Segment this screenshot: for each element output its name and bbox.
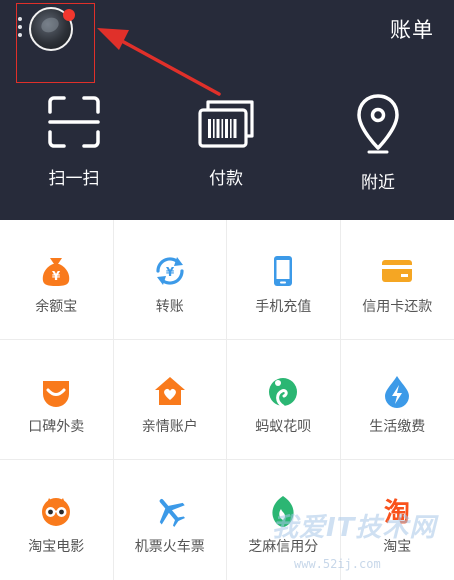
annotation-highlight-box [16,3,95,83]
transfer-icon: ¥ [156,257,184,285]
money-bag-icon: ¥ [43,258,70,286]
grid-item-label: 余额宝 [35,299,78,315]
watermark-text: 我爱IT技术网 [272,513,437,543]
grid-item-label: 口碑外卖 [28,419,85,435]
nearby-label: 附近 [361,173,395,193]
grid-item-label: 手机充值 [255,299,312,315]
watermark-url: www.52ij.com [294,557,381,571]
grid-item-label: 淘宝电影 [28,539,85,555]
grid-item-label: 机票火车票 [134,539,205,555]
grid-item-yuebao[interactable]: ¥ 余额宝 [0,220,114,340]
grid-item-taobao-movie[interactable]: 淘宝电影 [0,460,114,580]
lightning-drop-icon [385,376,410,408]
credit-card-icon [382,260,413,282]
grid-item-label: 转账 [155,299,184,315]
smile-bag-icon [43,381,70,407]
grid-item-koubei-takeout[interactable]: 口碑外卖 [0,340,114,460]
grid-item-credit-card[interactable]: 信用卡还款 [340,220,454,340]
grid-item-utility-bills[interactable]: 生活缴费 [340,340,454,460]
grid-item-transfer[interactable]: ¥ 转账 [113,220,227,340]
grid-item-label: 生活缴费 [369,419,426,435]
annotation-arrow-icon [97,28,221,96]
airplane-icon [159,499,185,527]
barcode-pay-icon [198,100,254,148]
nearby-button[interactable]: 附近 [328,92,428,193]
pay-label: 付款 [209,169,243,189]
location-pin-icon [357,94,399,154]
grid-item-air-train-tickets[interactable]: 机票火车票 [114,460,227,580]
grid-item-huabei[interactable]: 蚂蚁花呗 [227,340,341,460]
scan-button[interactable]: 扫一扫 [24,92,124,192]
grid-item-phone-recharge[interactable]: 手机充值 [227,220,341,340]
grid-item-label: 信用卡还款 [362,299,433,315]
scan-icon [48,96,100,148]
svg-text:¥: ¥ [52,269,61,283]
grid-item-label: 亲情账户 [141,419,198,435]
header-bar: 账单 扫一扫 付款 附近 [0,0,454,220]
svg-text:¥: ¥ [166,265,175,279]
glasses-face-icon [42,498,71,526]
phone-icon [274,256,293,286]
scan-label: 扫一扫 [48,169,100,189]
grid-item-family-account[interactable]: 亲情账户 [113,340,227,460]
bill-button[interactable]: 账单 [390,14,434,44]
house-heart-icon [154,377,185,405]
pay-button[interactable]: 付款 [176,92,276,192]
huabei-icon [269,378,298,408]
grid-item-label: 蚂蚁花呗 [255,419,312,435]
watermark: 我爱IT技术网 www.52ij.com [232,495,454,580]
